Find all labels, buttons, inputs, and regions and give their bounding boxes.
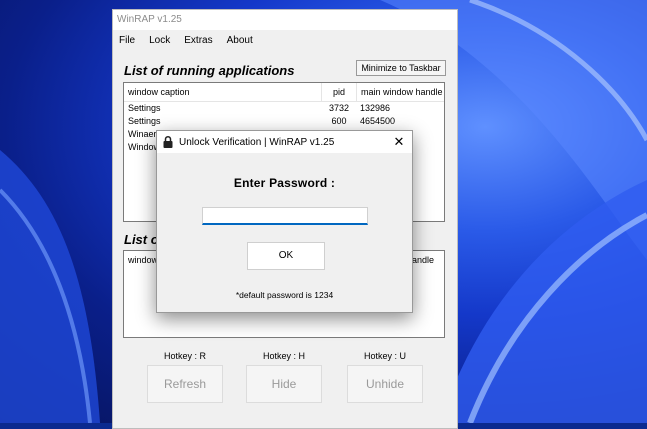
menu-lock[interactable]: Lock [149,35,170,46]
dialog-title: Unlock Verification | WinRAP v1.25 [179,136,335,148]
hotkey-unhide-label: Hotkey : U [363,351,406,361]
password-prompt: Enter Password : [233,176,336,190]
menu-bar: File Lock Extras About [113,30,457,50]
col-pid[interactable]: pid [322,83,357,101]
ok-button[interactable]: OK [247,242,325,270]
table-row[interactable]: Settings 3732 132986 [124,102,444,115]
hotkey-refresh-label: Hotkey : R [163,351,206,361]
row-caption: Settings [128,103,161,113]
refresh-button[interactable]: Refresh [147,365,223,403]
col-window-caption[interactable]: window caption [124,83,322,101]
row-handle: 132986 [360,103,391,113]
hotkey-hide-label: Hotkey : H [262,351,305,361]
running-apps-title: List of running applications [124,63,295,78]
menu-about[interactable]: About [227,35,253,46]
main-title-bar: WinRAP v1.25 [113,10,457,30]
row-handle: 4654500 [360,116,396,126]
row-pid: 3732 [328,103,350,113]
password-input[interactable] [202,207,368,225]
minimize-to-taskbar-button[interactable]: Minimize to Taskbar [356,60,446,76]
table-row[interactable]: Settings 600 4654500 [124,115,444,128]
menu-extras[interactable]: Extras [184,35,212,46]
unhide-button[interactable]: Unhide [347,365,423,403]
menu-file[interactable]: File [119,35,135,46]
row-caption: Settings [128,116,161,126]
col-main-window-handle[interactable]: main window handle [357,83,444,101]
dialog-title-bar[interactable]: Unlock Verification | WinRAP v1.25 ✕ [157,131,412,153]
lock-icon [163,135,173,148]
list-header: window caption pid main window handle [124,83,444,102]
close-icon[interactable]: ✕ [386,134,412,150]
second-list-title: List o [124,232,159,247]
row-pid: 600 [331,116,347,126]
default-password-note: *default password is 1234 [235,290,334,300]
hide-button[interactable]: Hide [246,365,322,403]
unlock-verification-dialog: Unlock Verification | WinRAP v1.25 ✕ Ent… [156,130,413,313]
